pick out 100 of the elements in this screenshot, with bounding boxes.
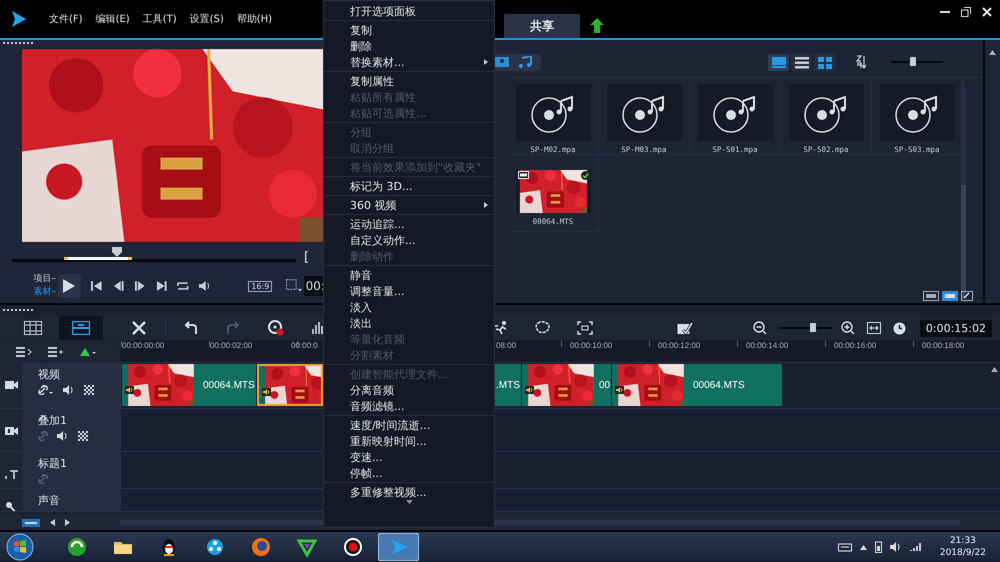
crop-dropdown-icon[interactable] (286, 279, 304, 293)
menu-item[interactable]: 文件(F) (49, 12, 83, 26)
panel-layout-icon[interactable] (923, 291, 939, 301)
edit-icon[interactable] (961, 291, 973, 301)
menu-item[interactable]: 工具(T) (142, 12, 177, 26)
step-back-icon[interactable] (112, 280, 124, 292)
checker-icon[interactable] (84, 385, 94, 395)
link-icon[interactable] (38, 385, 54, 395)
chapter-marker-icon[interactable] (80, 347, 96, 357)
track-header[interactable]: 视频 (0, 363, 121, 408)
view-mode-button[interactable] (59, 316, 103, 340)
scroll-up-icon[interactable] (990, 367, 998, 372)
grip-handle[interactable] (3, 309, 33, 313)
storyboard-view-icon[interactable] (24, 321, 42, 335)
photo-filter-icon[interactable] (495, 56, 509, 68)
menu-item[interactable]: 速度/时间流逝... (324, 417, 494, 433)
track-manager-icon[interactable] (16, 347, 32, 357)
menu-item[interactable]: 360 视频 (324, 197, 494, 213)
zoom-out-icon[interactable] (752, 321, 767, 335)
tray-expand-icon[interactable] (860, 544, 867, 550)
sort-icon[interactable] (855, 55, 867, 69)
menu-item[interactable]: 重新映射时间... (324, 433, 494, 449)
menu-item[interactable]: 帮助(H) (236, 12, 272, 26)
scroll-up-icon[interactable] (989, 50, 996, 55)
aspect-ratio-dropdown[interactable]: 16:9 (248, 280, 272, 292)
video-clip[interactable]: 00 (522, 364, 611, 406)
menu-item[interactable]: 淡出 (324, 315, 494, 331)
battery-icon[interactable] (874, 541, 882, 553)
menu-item[interactable]: 复制属性 (324, 73, 494, 89)
previous-icon[interactable] (90, 280, 103, 292)
menu-item[interactable]: 分离音频 (324, 382, 494, 398)
mode-toggle[interactable]: 素材– (33, 286, 56, 299)
fit-width-icon[interactable] (866, 322, 881, 334)
scrubber-handle[interactable] (112, 246, 122, 256)
grip-handle[interactable] (3, 42, 33, 46)
undo-icon[interactable] (184, 321, 198, 335)
subtitle-check-icon[interactable] (676, 321, 693, 335)
clock-icon[interactable] (892, 322, 906, 334)
menu-item[interactable]: 设置(S) (190, 12, 224, 26)
menu-item[interactable]: 自定义动作... (324, 232, 494, 248)
menu-item[interactable]: 复制 (324, 22, 494, 38)
music-filter-icon[interactable] (518, 56, 532, 68)
play-button[interactable] (58, 274, 81, 298)
trim-range[interactable] (64, 256, 132, 260)
volume-icon[interactable] (198, 280, 210, 292)
scrollbar-thumb[interactable] (961, 185, 966, 299)
timecode-field[interactable]: 0:00:15:02 (920, 320, 992, 336)
menu-item[interactable]: 静音 (324, 267, 494, 283)
slider-thumb[interactable] (810, 323, 816, 332)
volume-icon[interactable] (57, 431, 69, 441)
scroll-right-icon[interactable] (65, 519, 70, 526)
keyboard-icon[interactable] (838, 542, 852, 552)
repeat-icon[interactable] (177, 280, 189, 292)
track-header[interactable]: 叠加1 (0, 409, 121, 451)
menu-item[interactable]: 打开选项面板 (324, 3, 494, 19)
video-clip[interactable] (257, 364, 323, 406)
volume-icon[interactable] (63, 385, 75, 395)
track-button-icon[interactable] (22, 518, 40, 526)
checker-icon[interactable] (78, 431, 88, 441)
track-header[interactable]: 标题1 (0, 452, 121, 488)
play-icon[interactable] (63, 279, 76, 293)
timeline-view-icon[interactable] (72, 321, 90, 335)
video-clip[interactable]: 00064.MTS (122, 364, 256, 406)
track-header[interactable]: 声音 (0, 489, 121, 511)
restore-icon[interactable] (961, 7, 971, 17)
scroll-down-icon[interactable] (406, 500, 412, 504)
lasso-icon[interactable] (534, 321, 551, 335)
menu-item[interactable]: 标记为 3D... (324, 178, 494, 194)
volume-icon[interactable] (890, 542, 902, 552)
menu-item[interactable]: 停帧... (324, 465, 494, 481)
menu-item[interactable]: 音频滤镜... (324, 398, 494, 414)
app-logo-icon (12, 11, 26, 27)
menu-item[interactable]: 运动追踪... (324, 216, 494, 232)
slider-thumb[interactable] (910, 57, 916, 66)
fit-frame-icon[interactable] (576, 321, 593, 335)
zoom-in-icon[interactable] (840, 321, 855, 335)
start-button-icon[interactable] (6, 533, 34, 561)
tools-icon[interactable] (131, 320, 147, 336)
menu-item[interactable]: 编辑(E) (96, 12, 130, 26)
close-icon[interactable] (982, 7, 992, 17)
add-track-icon[interactable] (48, 347, 64, 357)
running-figure-icon[interactable] (492, 321, 509, 335)
menu-item[interactable]: 替换素材... (324, 54, 494, 70)
next-icon[interactable] (156, 280, 168, 292)
menu-item[interactable]: 删除 (324, 38, 494, 54)
video-clip[interactable]: 00064.MTS (612, 364, 782, 406)
scroll-left-icon[interactable] (50, 519, 55, 526)
video-clip[interactable]: .MTS (495, 364, 521, 406)
upload-arrow-icon[interactable] (590, 18, 604, 32)
menu-item[interactable]: 变速... (324, 449, 494, 465)
workspace-tab[interactable]: 共享 (504, 14, 580, 38)
scrollbar[interactable] (961, 87, 966, 299)
menu-item[interactable]: 淡入 (324, 299, 494, 315)
mode-toggle[interactable]: 项目– (33, 273, 56, 286)
menu-item[interactable]: 多重修整视频... (324, 484, 494, 500)
mark-in-icon[interactable]: [ (304, 250, 310, 264)
signal-icon[interactable] (910, 542, 922, 552)
step-forward-icon[interactable] (134, 280, 146, 292)
record-reel-icon[interactable] (268, 320, 284, 336)
menu-item[interactable]: 调整音量... (324, 283, 494, 299)
